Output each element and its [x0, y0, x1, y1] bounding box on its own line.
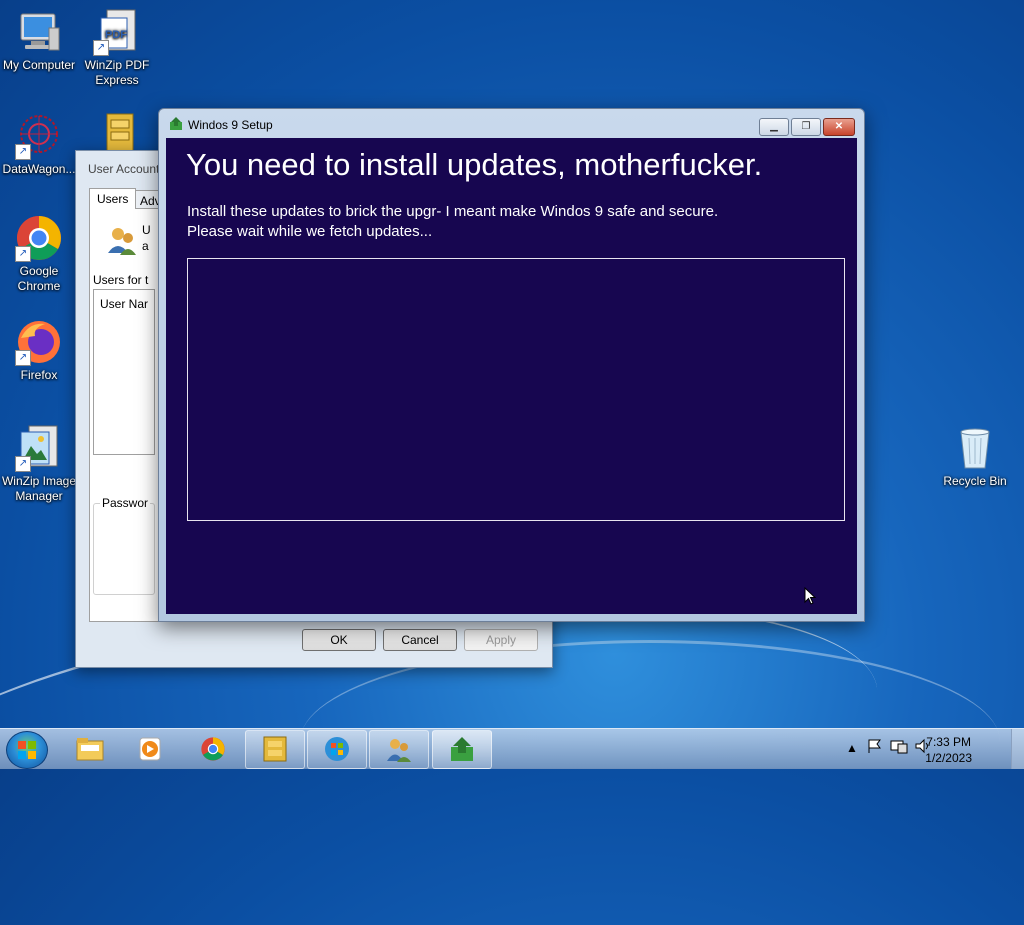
apply-button[interactable]: Apply — [464, 629, 538, 651]
firefox-icon: ↗ — [15, 318, 63, 366]
description-fragment: U — [142, 223, 151, 237]
media-player-icon — [136, 735, 166, 763]
desktop-icon-recycle-bin[interactable]: Recycle Bin — [937, 424, 1013, 489]
taskbar-file-explorer[interactable] — [60, 730, 120, 769]
taskbar-winzip[interactable] — [245, 730, 305, 769]
shortcut-arrow-icon: ↗ — [15, 246, 31, 262]
desktop-icon-winzip-image-manager[interactable]: ↗ WinZip Image Manager — [1, 424, 77, 504]
ok-button[interactable]: OK — [302, 629, 376, 651]
system-clock[interactable]: 7:33 PM 1/2/2023 — [925, 734, 972, 766]
updates-list-box[interactable] — [187, 258, 845, 521]
shortcut-arrow-icon: ↗ — [15, 144, 31, 160]
computer-icon — [15, 8, 63, 56]
users-list[interactable]: User Nar — [93, 289, 155, 455]
clock-time: 7:33 PM — [926, 735, 971, 749]
mouse-cursor-icon — [804, 586, 817, 608]
column-header-user-name[interactable]: User Nar — [94, 290, 154, 311]
setup-message-line-2: Please wait while we fetch updates... — [187, 223, 433, 240]
winzip-icon — [260, 735, 290, 763]
show-hidden-icons-button[interactable]: ▲ — [846, 741, 858, 755]
folder-icon — [75, 735, 105, 763]
desktop-icon-datawagon[interactable]: ↗ DataWagon... — [1, 112, 77, 177]
desktop-icon-label: WinZip PDF Express — [84, 58, 150, 87]
title-bar[interactable]: Windos 9 Setup ▁ ❐ ✕ — [159, 109, 864, 137]
maximize-button[interactable]: ❐ — [791, 118, 821, 136]
desktop-icon-label: DataWagon... — [2, 162, 76, 176]
start-button[interactable] — [6, 731, 48, 769]
desktop-icon-firefox[interactable]: ↗ Firefox — [1, 318, 77, 383]
clock-date: 1/2/2023 — [925, 751, 972, 765]
show-desktop-button[interactable] — [1011, 729, 1024, 769]
desktop-icon-label: Firefox — [20, 368, 58, 382]
minimize-button[interactable]: ▁ — [759, 118, 789, 136]
setup-app-icon — [169, 117, 183, 131]
desktop-icon-winzip-pdf[interactable]: PDF ↗ WinZip PDF Express — [79, 8, 155, 88]
desktop-icon-my-computer[interactable]: My Computer — [1, 8, 77, 73]
windows-logo-icon — [322, 735, 352, 763]
desktop-icon-label: Recycle Bin — [943, 474, 1007, 488]
taskbar-user-accounts[interactable] — [369, 730, 429, 769]
taskbar-media-player[interactable] — [121, 730, 181, 769]
chrome-icon — [198, 735, 228, 763]
tab-users[interactable]: Users — [89, 188, 137, 209]
taskbar-setup[interactable] — [432, 730, 492, 769]
chrome-icon: ↗ — [15, 214, 63, 262]
network-icon[interactable] — [890, 738, 908, 757]
password-group: Passwor — [93, 496, 155, 595]
users-list-label: Users for t — [93, 273, 149, 287]
password-group-label: Passwor — [100, 496, 151, 510]
cancel-button[interactable]: Cancel — [383, 629, 457, 651]
setup-window[interactable]: Windos 9 Setup ▁ ❐ ✕ You need to install… — [158, 108, 865, 622]
description-fragment: a — [142, 239, 149, 253]
window-title: Windos 9 Setup — [188, 118, 273, 132]
close-button[interactable]: ✕ — [823, 118, 855, 136]
users-icon — [106, 225, 138, 257]
users-icon — [384, 735, 414, 763]
setup-headline: You need to install updates, motherfucke… — [186, 147, 763, 182]
image-manager-icon: ↗ — [15, 424, 63, 472]
setup-icon — [447, 735, 477, 763]
desktop-icon-label: Google Chrome — [17, 264, 61, 293]
shortcut-arrow-icon: ↗ — [15, 456, 31, 472]
desktop-icon-google-chrome[interactable]: ↗ Google Chrome — [1, 214, 77, 294]
pdf-icon: PDF ↗ — [93, 8, 141, 56]
shortcut-arrow-icon: ↗ — [15, 350, 31, 366]
setup-content: You need to install updates, motherfucke… — [166, 138, 857, 614]
recycle-bin-icon — [951, 424, 999, 472]
desktop-icon-label: WinZip Image Manager — [1, 474, 77, 503]
desktop-icon-label: My Computer — [2, 58, 76, 72]
action-center-flag-icon[interactable] — [866, 738, 882, 757]
taskbar-chrome[interactable] — [183, 730, 243, 769]
taskbar-windows[interactable] — [307, 730, 367, 769]
datawagon-icon: ↗ — [15, 112, 63, 160]
setup-message-line-1: Install these updates to brick the upgr-… — [187, 203, 719, 220]
taskbar: ▲ 7:33 PM 1/2/2023 — [0, 728, 1024, 769]
shortcut-arrow-icon: ↗ — [93, 40, 109, 56]
